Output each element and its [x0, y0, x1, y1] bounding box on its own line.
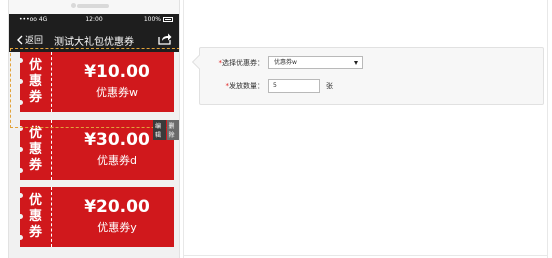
coupon-tag-char: 券: [28, 158, 42, 173]
coupon-tag-char: 券: [28, 90, 42, 105]
coupon-action-bar: 编辑 删除: [153, 120, 179, 140]
speaker-grille: [77, 4, 109, 8]
coupon-tag-char: 优: [28, 193, 42, 208]
coupon-select-value: 优惠券w: [274, 59, 297, 66]
coupon-tag-char: 券: [28, 225, 42, 240]
edit-coupon-button[interactable]: 编辑: [153, 120, 166, 140]
coupon-name: 优惠券d: [97, 154, 137, 167]
battery-percent: 100%: [143, 16, 161, 23]
quantity-unit: 张: [326, 82, 333, 90]
coupon-card[interactable]: 优 惠 券 ¥30.00 优惠券d: [17, 120, 174, 180]
coupon-card[interactable]: 优 惠 券 ¥20.00 优惠券y: [17, 187, 174, 247]
coupon-tag-char: 惠: [28, 142, 42, 157]
coupon-notch: [17, 235, 23, 240]
coupon-tag-char: 优: [28, 126, 42, 141]
coupon-notch: [17, 214, 23, 219]
battery-icon: [163, 17, 173, 22]
coupon-notch: [17, 79, 23, 84]
caret-down-icon: [354, 61, 358, 65]
phone-frame-top: [8, 0, 180, 14]
coupon-select-label: *选择优惠券：: [200, 58, 268, 68]
editor-border-bottom: [183, 255, 548, 256]
status-bar: •••oo 4G 12:00 100%: [9, 14, 179, 26]
nav-bar: 返回 测试大礼包优惠券: [9, 26, 179, 52]
coupon-notch: [17, 100, 23, 105]
coupon-notch: [17, 58, 23, 63]
coupon-notch: [17, 147, 23, 152]
coupon-tag-char: 惠: [28, 74, 42, 89]
phone-screen: •••oo 4G 12:00 100% 返回 测试大礼包优惠券 优 惠 券 ¥1…: [8, 14, 180, 258]
camera-dot: [71, 3, 76, 8]
delete-coupon-button[interactable]: 删除: [166, 120, 179, 140]
coupon-amount: ¥10.00: [84, 62, 150, 82]
coupon-card[interactable]: 优 惠 券 ¥10.00 优惠券w: [17, 52, 174, 112]
editor-divider: [183, 0, 184, 258]
battery-indicator: 100%: [144, 16, 173, 23]
quantity-label-text: 发放数量：: [229, 82, 264, 90]
coupon-tag: 优 惠 券: [20, 120, 52, 180]
coupon-select-label-text: 选择优惠券：: [222, 58, 264, 67]
coupon-name: 优惠券w: [96, 86, 138, 99]
coupon-settings-panel: *选择优惠券： 优惠券w *发放数量： 5 张: [191, 47, 544, 105]
coupon-tag: 优 惠 券: [20, 52, 52, 112]
coupon-name: 优惠券y: [97, 221, 137, 234]
quantity-label: *发放数量：: [200, 81, 268, 91]
quantity-row: *发放数量： 5 张: [200, 79, 333, 93]
coupon-tag: 优 惠 券: [20, 187, 52, 247]
coupon-tag-char: 优: [28, 58, 42, 73]
page-title: 测试大礼包优惠券: [54, 37, 134, 48]
coupon-amount: ¥20.00: [84, 197, 150, 217]
coupon-select[interactable]: 优惠券w: [268, 56, 363, 69]
coupon-notch: [17, 168, 23, 173]
coupon-notch: [17, 193, 23, 198]
editor-border-right: [547, 0, 548, 258]
quantity-input[interactable]: 5: [268, 79, 320, 93]
coupon-tag-char: 惠: [28, 209, 42, 224]
share-icon[interactable]: [158, 32, 172, 45]
coupon-select-row: *选择优惠券： 优惠券w: [200, 56, 363, 69]
coupon-notch: [17, 126, 23, 131]
